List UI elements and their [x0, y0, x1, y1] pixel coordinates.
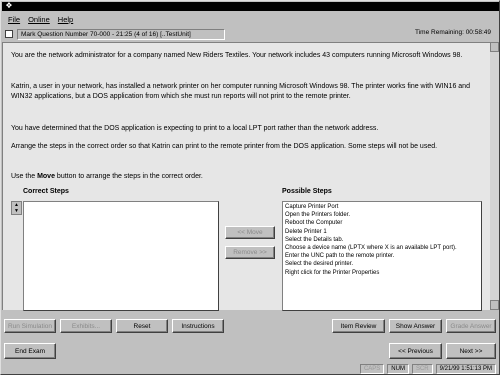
show-answer-button[interactable]: Show Answer [389, 319, 442, 333]
instructions-button[interactable]: Instructions [172, 319, 224, 333]
remove-button[interactable]: Remove >> [225, 246, 275, 259]
mark-question-checkbox[interactable] [5, 30, 13, 38]
status-caps: CAPS [359, 363, 385, 374]
paragraph-1: You are the network administrator for a … [11, 52, 463, 59]
status-bar: CAPS NUM SCR 9/21/99 1:51:13 PM [2, 362, 499, 375]
list-item[interactable]: Choose a device name (LPTX where X is an… [283, 244, 481, 252]
instruction-text: Use the Move button to arrange the steps… [11, 173, 203, 180]
question-number: Mark Question Number 70-000 - 21:25 (4 o… [17, 28, 225, 40]
system-menu-icon[interactable]: ❖ [5, 2, 13, 10]
scroll-up-arrow-icon[interactable] [490, 42, 499, 52]
move-button[interactable]: << Move [225, 226, 275, 239]
list-item[interactable]: Select the Details tab. [283, 236, 481, 244]
list-item[interactable]: Right click for the Printer Properties [283, 269, 481, 277]
paragraph-4: Arrange the steps in the correct order s… [11, 143, 438, 150]
reset-button[interactable]: Reset [116, 319, 168, 333]
end-exam-button[interactable]: End Exam [4, 343, 56, 359]
status-num: NUM [387, 363, 409, 374]
grade-answer-button[interactable]: Grade Answer [446, 319, 496, 333]
paragraph-3: You have determined that the DOS applica… [11, 125, 379, 132]
item-review-button[interactable]: Item Review [332, 319, 385, 333]
previous-button[interactable]: << Previous [389, 343, 442, 359]
title-bar: ❖ [2, 2, 499, 11]
status-scr: SCR [411, 363, 433, 374]
list-item[interactable]: Open the Printers folder. [283, 211, 481, 219]
status-datetime: 9/21/99 1:51:13 PM [435, 363, 496, 374]
question-info-bar: Mark Question Number 70-000 - 21:25 (4 o… [2, 27, 499, 41]
exhibits-button[interactable]: Exhibits... [60, 319, 112, 333]
run-simulation-button[interactable]: Run Simulation [4, 319, 56, 333]
list-item[interactable]: Enter the UNC path to the remote printer… [283, 252, 481, 260]
menu-help[interactable]: Help [58, 15, 73, 24]
exam-window: ❖ File Online Help Mark Question Number … [0, 0, 500, 375]
list-item[interactable]: Delete Printer 1 [283, 228, 481, 236]
question-content: You are the network administrator for a … [2, 42, 490, 311]
list-item[interactable]: Select the desired printer. [283, 260, 481, 268]
reorder-up-down-icon[interactable]: ▲ ▼ [11, 201, 22, 215]
correct-steps-list[interactable] [23, 201, 219, 311]
list-item[interactable]: Reboot the Computer [283, 219, 481, 227]
scroll-down-arrow-icon[interactable] [490, 300, 499, 310]
next-button[interactable]: Next >> [446, 343, 496, 359]
time-remaining: Time Remaining: 00:58:49 [415, 29, 491, 36]
vertical-scrollbar[interactable] [490, 42, 499, 310]
menu-online[interactable]: Online [28, 15, 50, 24]
possible-steps-heading: Possible Steps [282, 188, 332, 195]
menu-file[interactable]: File [8, 15, 20, 24]
correct-steps-heading: Correct Steps [23, 188, 69, 195]
menu-bar: File Online Help [2, 13, 499, 26]
list-item[interactable]: Capture Printer Port [283, 203, 481, 211]
paragraph-2: Katrin, a user in your network, has inst… [11, 83, 470, 100]
possible-steps-list[interactable]: Capture Printer Port Open the Printers f… [282, 201, 482, 311]
